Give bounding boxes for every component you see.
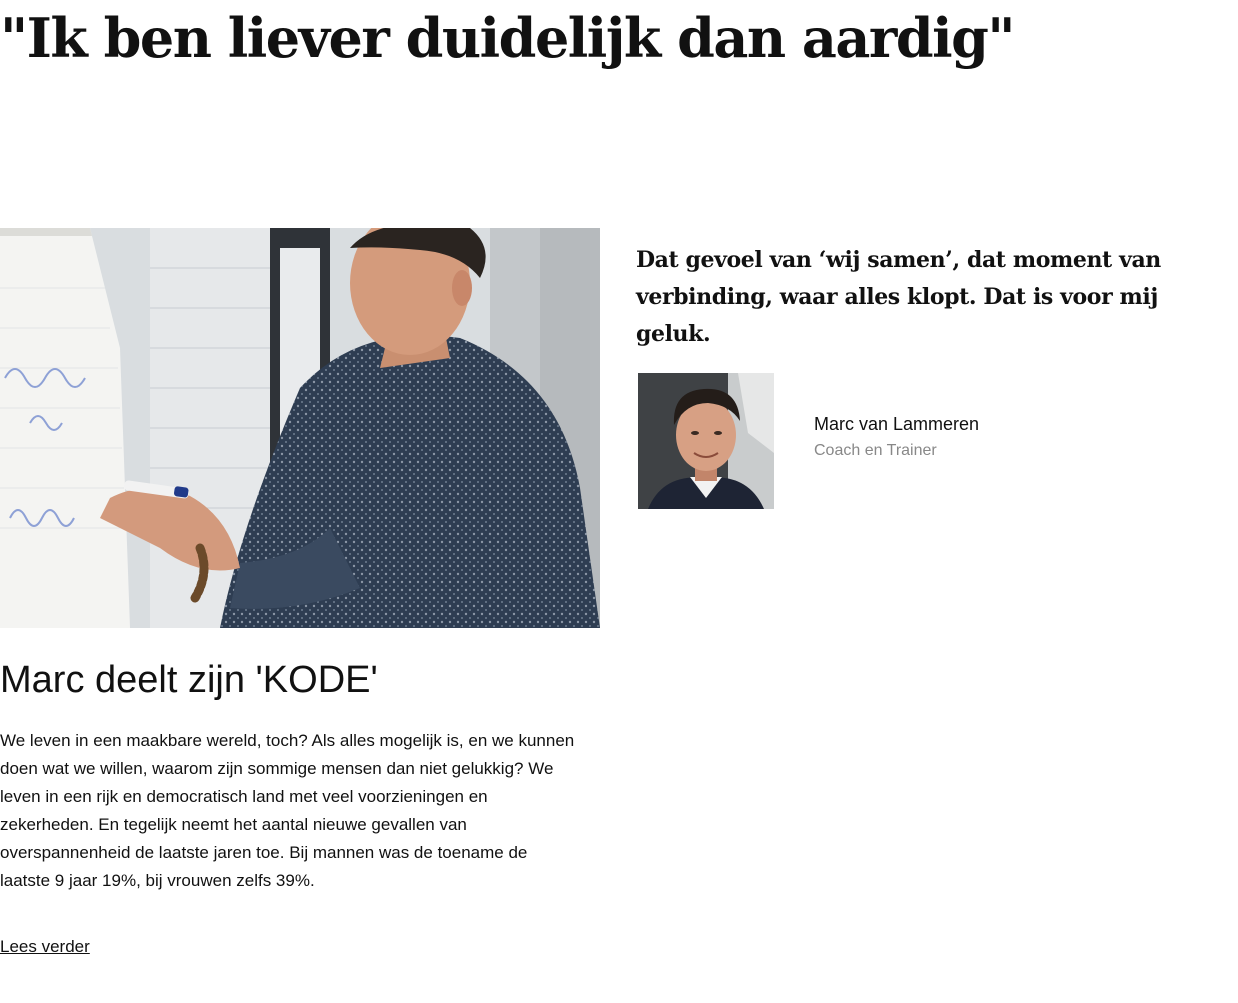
article-body: We leven in een maakbare wereld, toch? A… bbox=[0, 731, 575, 890]
testimonial-quote: Dat gevoel van ‘wij samen’, dat moment v… bbox=[636, 247, 1161, 347]
author-role: Coach en Trainer bbox=[814, 442, 937, 459]
read-more-link[interactable]: Lees verder bbox=[0, 935, 90, 959]
author-avatar bbox=[638, 373, 774, 509]
author-name: Marc van Lammeren bbox=[814, 414, 980, 434]
article-title: Marc deelt zijn 'KODE' bbox=[0, 659, 378, 701]
hero-photo bbox=[0, 228, 600, 628]
page-headline: "Ik ben liever duidelijk dan aardig" bbox=[0, 6, 1015, 70]
